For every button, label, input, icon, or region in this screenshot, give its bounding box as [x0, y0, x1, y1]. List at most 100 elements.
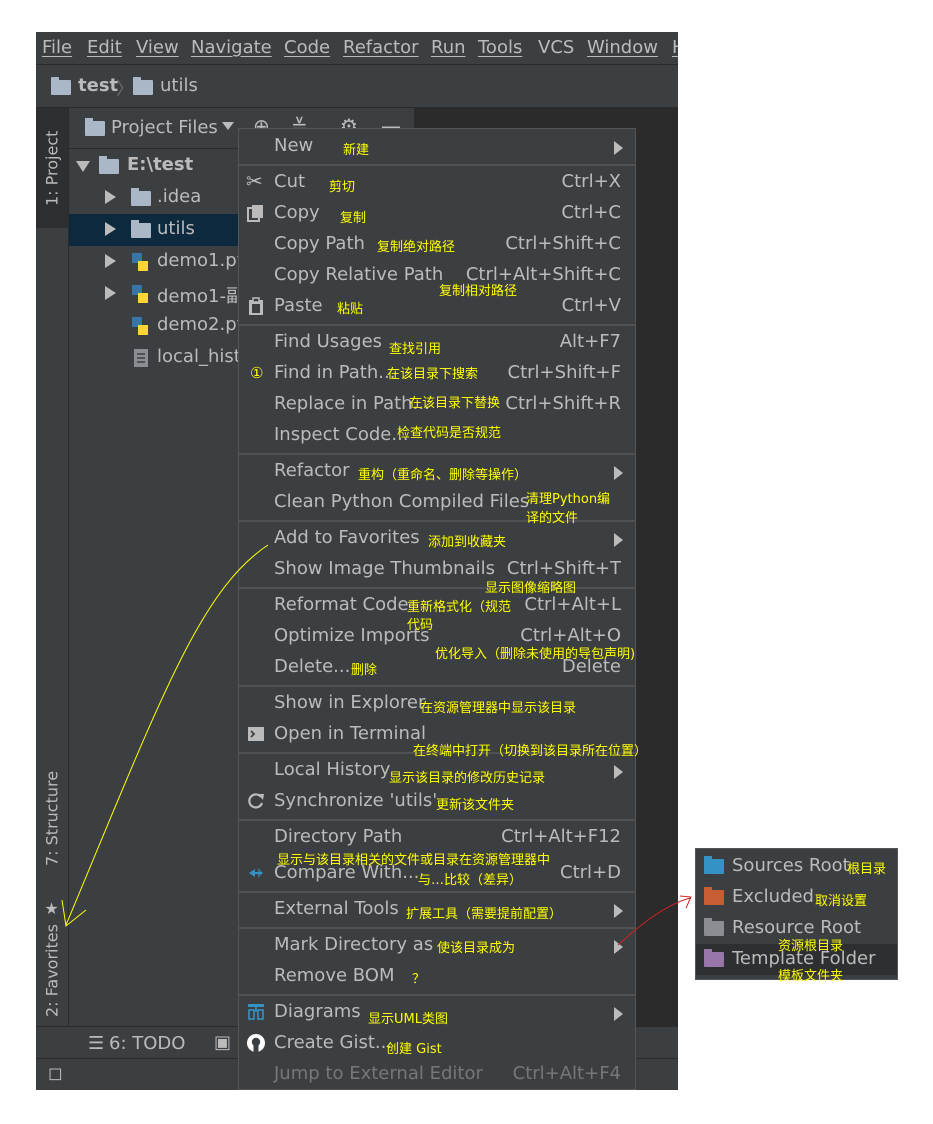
clipboard-icon — [249, 297, 263, 315]
menu-item-label: Reformat Code — [274, 594, 409, 615]
text-file-icon — [134, 349, 148, 367]
expand-arrow-icon[interactable] — [105, 190, 116, 204]
expand-arrow-icon[interactable] — [105, 222, 116, 236]
separator — [239, 164, 635, 166]
expand-arrow-icon[interactable] — [105, 286, 116, 300]
menu-item-new[interactable]: New — [239, 131, 635, 162]
menu-tools[interactable]: Tools — [478, 37, 522, 58]
copy-icon — [247, 205, 263, 222]
tree-label: demo1.py — [157, 250, 248, 271]
annotation: 显示与该目录相关的文件或目录在资源管理器中 — [277, 853, 551, 868]
annotation: 重新格式化（规范 — [407, 600, 512, 615]
menu-item-label: Show Image Thumbnails — [274, 558, 495, 579]
python-file-icon — [132, 285, 148, 303]
folder-icon — [85, 118, 105, 136]
project-view-selector[interactable]: Project Files — [111, 117, 218, 138]
annotation: 删除 — [351, 663, 378, 678]
menu-view[interactable]: View — [136, 37, 179, 58]
menu-item-label: Find in Path... — [274, 362, 396, 383]
menu-item-label: Delete... — [274, 656, 351, 677]
template-folder-icon — [704, 949, 724, 967]
menu-item-label: New — [274, 135, 314, 156]
menu-item-cut[interactable]: ✂ Cut Ctrl+X — [239, 167, 635, 198]
menu-item-copy-relative-path[interactable]: Copy Relative Path Ctrl+Alt+Shift+C — [239, 260, 635, 291]
annotation: 显示图像缩略图 — [485, 581, 577, 596]
annotation: 在该目录下替换 — [409, 396, 501, 411]
tab-favorites[interactable]: 2: Favorites ★ — [36, 898, 68, 1018]
submenu-arrow-icon — [614, 141, 623, 155]
menu-item-label: Refactor — [274, 460, 350, 481]
breadcrumb-utils[interactable]: utils — [160, 75, 198, 96]
menu-edit[interactable]: Edit — [87, 37, 122, 58]
menu-item-label: Copy Path — [274, 233, 365, 254]
menu-item-label: Synchronize 'utils' — [274, 790, 438, 811]
menu-item-label: Mark Directory as — [274, 934, 434, 955]
left-tool-strip: 1: Project 7: Structure 2: Favorites ★ — [36, 108, 69, 1026]
annotation: 译的文件 — [526, 511, 579, 526]
tab-project[interactable]: 1: Project — [36, 108, 68, 228]
annotation: 添加到收藏夹 — [428, 535, 507, 550]
menu-item-label: Remove BOM — [274, 965, 395, 986]
tree-label: .idea — [157, 186, 202, 207]
sources-folder-icon — [704, 856, 724, 874]
menu-navigate[interactable]: Navigate — [191, 37, 272, 58]
scissors-icon: ✂ — [246, 169, 263, 193]
shortcut: Ctrl+V — [561, 295, 621, 316]
annotation: 显示该目录的修改历史记录 — [389, 771, 546, 786]
annotation: 创建 Gist — [386, 1042, 442, 1057]
annotation: 在资源管理器中显示该目录 — [420, 701, 577, 716]
menu-vcs[interactable]: VCS — [538, 37, 574, 58]
annotation: 复制相对路径 — [439, 284, 518, 299]
tab-todo[interactable]: 6: TODO — [109, 1033, 185, 1054]
submenu-item-label: Excluded — [732, 886, 814, 907]
menu-item-paste[interactable]: Paste Ctrl+V — [239, 291, 635, 322]
shortcut: Ctrl+C — [561, 202, 621, 223]
menu-item-copy[interactable]: Copy Ctrl+C — [239, 198, 635, 229]
annotation: 资源根目录 — [778, 939, 844, 954]
python-file-icon — [132, 317, 148, 335]
shortcut: Ctrl+Alt+F4 — [512, 1063, 621, 1084]
breadcrumb-test[interactable]: test — [78, 75, 118, 96]
annotation: 新建 — [343, 143, 370, 158]
menu-item-label: Copy — [274, 202, 320, 223]
separator — [239, 819, 635, 821]
layout-toggle-icon[interactable]: ◻ — [48, 1063, 63, 1084]
annotation: 复制 — [340, 211, 367, 226]
submenu-arrow-icon — [614, 466, 623, 480]
shortcut: Ctrl+Alt+L — [524, 594, 621, 615]
shortcut: Ctrl+Shift+T — [506, 558, 621, 579]
python-file-icon — [132, 253, 148, 271]
expand-arrow-icon[interactable] — [76, 161, 90, 172]
tree-label: demo2.py — [157, 314, 248, 335]
tree-label: demo1-副 — [157, 286, 244, 307]
expand-arrow-icon[interactable] — [105, 254, 116, 268]
tab-favorites-label: 2: Favorites — [42, 924, 62, 1017]
breadcrumb: test 〉 utils — [36, 65, 678, 108]
menu-window[interactable]: Window — [587, 37, 658, 58]
shortcut: Alt+F7 — [559, 331, 621, 352]
menu-refactor[interactable]: Refactor — [343, 37, 419, 58]
separator — [239, 324, 635, 326]
terminal-icon[interactable]: ▣ — [214, 1032, 231, 1053]
arrow-head-icon — [679, 895, 692, 909]
tab-structure[interactable]: 7: Structure — [36, 748, 68, 888]
menu-item-label: Find Usages — [274, 331, 383, 352]
separator — [239, 927, 635, 929]
annotation: 清理Python编 — [526, 492, 611, 507]
menu-item-remove-bom[interactable]: Remove BOM — [239, 961, 635, 992]
menu-item-label: Open in Terminal — [274, 723, 426, 744]
submenu-arrow-icon — [614, 533, 623, 547]
tab-project-label: 1: Project — [42, 130, 62, 206]
annotation: 与…比较（差异） — [418, 873, 523, 888]
chevron-down-icon[interactable] — [222, 122, 234, 130]
list-icon: ☰ — [88, 1033, 105, 1054]
menu-run[interactable]: Run — [431, 37, 466, 58]
annotation: ？ — [412, 972, 426, 987]
menu-item-label: Copy Relative Path — [274, 264, 444, 285]
annotation: 重构（重命名、删除等操作） — [358, 468, 528, 483]
menu-code[interactable]: Code — [284, 37, 330, 58]
menu-help[interactable]: H — [672, 37, 678, 58]
folder-icon — [99, 156, 119, 174]
submenu-arrow-icon — [614, 940, 623, 954]
menu-file[interactable]: File — [42, 37, 72, 58]
